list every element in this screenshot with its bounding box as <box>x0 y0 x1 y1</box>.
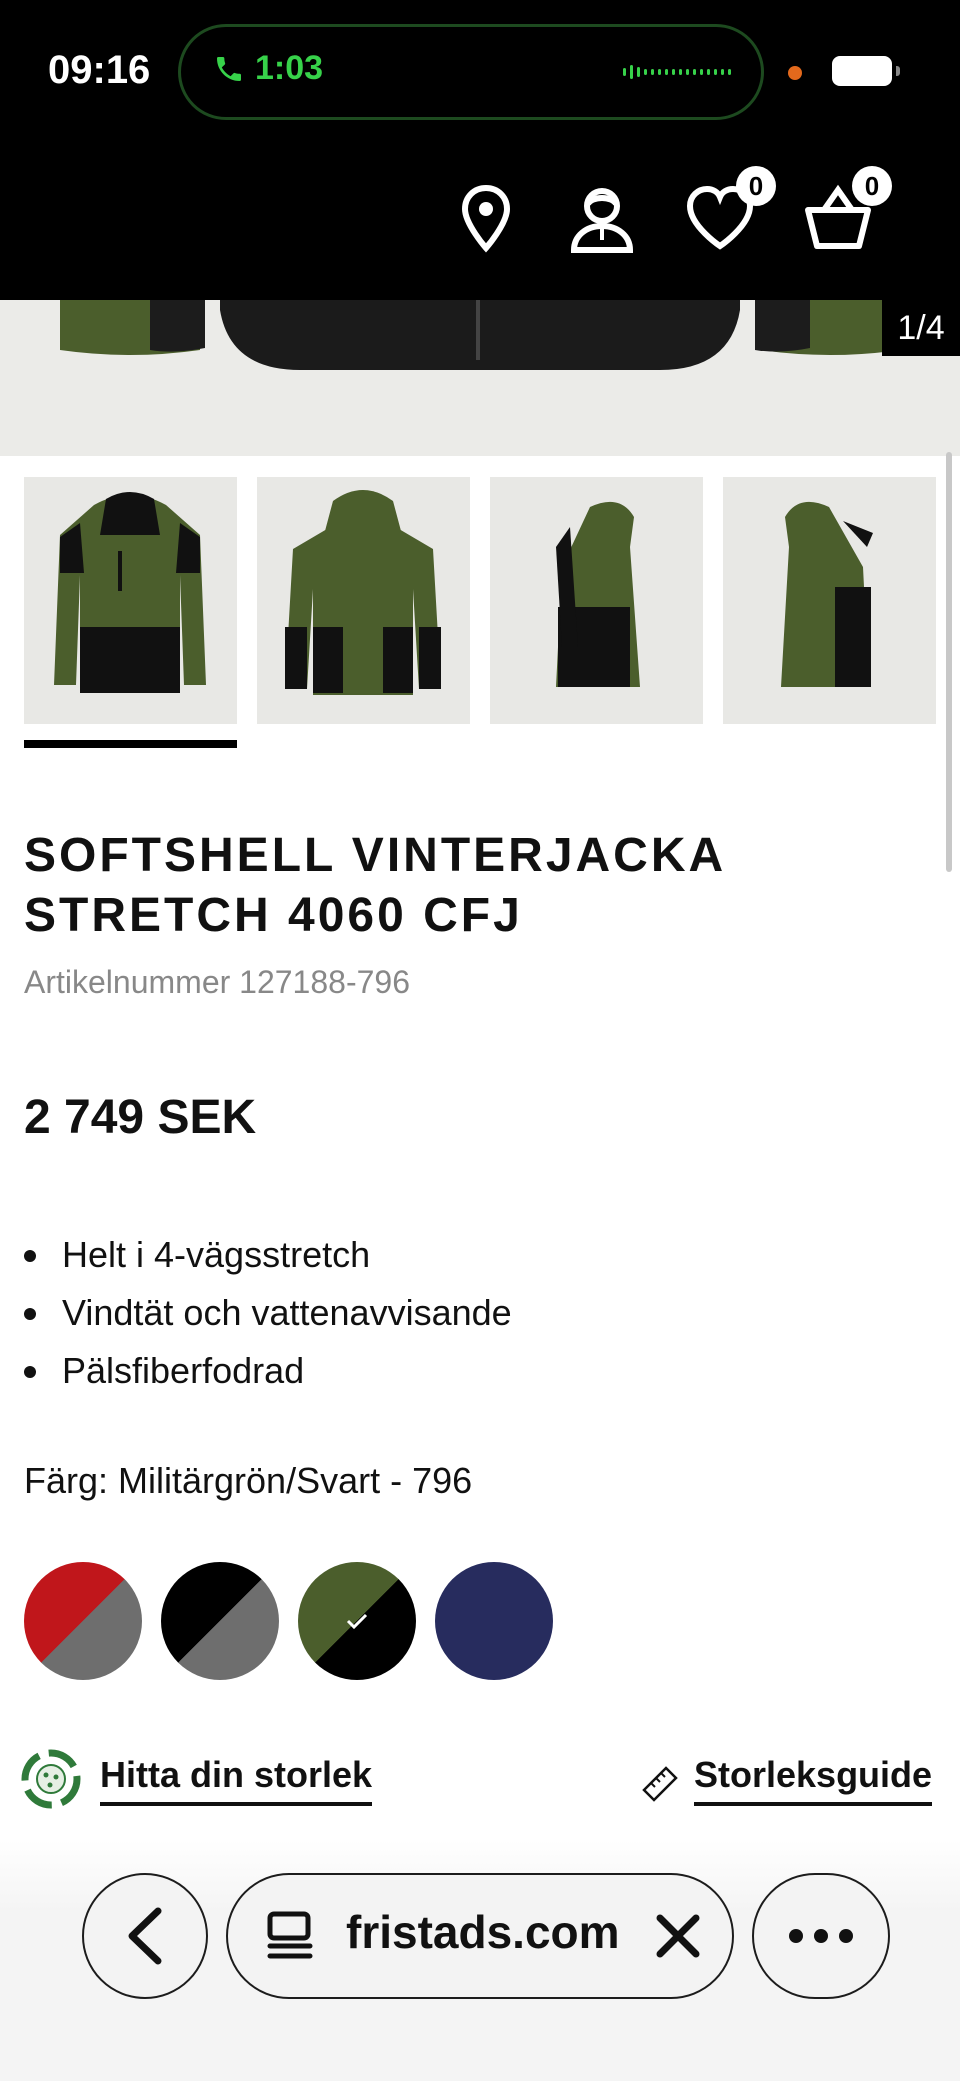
url-text: fristads.com <box>346 1906 620 1958</box>
close-icon[interactable] <box>652 1910 704 1962</box>
thumbnail-side-right[interactable] <box>723 477 936 724</box>
swatch-navy[interactable] <box>435 1562 553 1680</box>
swatch-red-grey[interactable] <box>24 1562 142 1680</box>
feature-item: Vindtät och vattenavvisande <box>24 1284 512 1342</box>
thumbnail-active-indicator <box>24 740 237 748</box>
feature-item: Pälsfiberfodrad <box>24 1342 512 1400</box>
article-number: Artikelnummer 127188-796 <box>24 964 410 1000</box>
chevron-left-icon <box>128 1907 162 1965</box>
cart-count-badge: 0 <box>852 166 892 206</box>
product-hero-image[interactable] <box>0 300 960 456</box>
jacket-side-thumbnail <box>556 501 640 687</box>
wishlist-count-badge: 0 <box>736 166 776 206</box>
call-duration: 1:03 <box>255 49 324 87</box>
feature-item: Helt i 4-vägsstretch <box>24 1226 512 1284</box>
swatch-black-grey[interactable] <box>161 1562 279 1680</box>
thumbnail-side-left[interactable] <box>490 477 703 724</box>
tabs-overview-icon[interactable] <box>262 1908 318 1964</box>
product-title: SOFTSHELL VINTERJACKA STRETCH 4060 CFJ <box>24 829 725 942</box>
phone-icon <box>217 56 241 81</box>
call-indicator: 1:03 <box>213 49 323 88</box>
feature-list: Helt i 4-vägsstretch Vindtät och vattena… <box>24 1226 512 1400</box>
audio-waveform-icon <box>623 65 731 79</box>
back-button[interactable] <box>82 1873 208 1999</box>
store-locator-icon[interactable] <box>450 182 522 254</box>
find-your-size-link[interactable]: Hitta din storlek <box>100 1754 373 1806</box>
size-fit-icon <box>21 1749 81 1809</box>
privacy-indicator <box>788 66 802 80</box>
status-time: 09:16 <box>48 48 151 92</box>
ruler-icon <box>642 1766 678 1802</box>
thumbnail-back[interactable] <box>257 477 470 724</box>
more-horizontal-icon <box>789 1929 853 1943</box>
gallery-counter: 1/4 <box>882 300 960 356</box>
thumbnail-front[interactable] <box>24 477 237 724</box>
jacket-front-thumbnail <box>54 492 206 693</box>
color-label: Färg: Militärgrön/Svart - 796 <box>24 1460 473 1501</box>
battery-icon <box>832 56 900 86</box>
swatch-military-green-black[interactable] <box>298 1562 416 1680</box>
page-scrollbar[interactable] <box>946 452 952 872</box>
jacket-hero-illustration <box>60 300 900 370</box>
jacket-back-thumbnail <box>285 490 441 695</box>
more-options-button[interactable] <box>752 1873 890 1999</box>
size-guide-link[interactable]: Storleksguide <box>694 1754 933 1806</box>
top-bar: 09:16 1:03 0 0 <box>0 0 960 300</box>
address-bar[interactable]: fristads.com <box>226 1873 734 1999</box>
size-links: Hitta din storlek Storleksguide <box>0 1744 960 1824</box>
dynamic-island-call[interactable]: 1:03 <box>178 24 764 120</box>
jacket-side-right-thumbnail <box>781 501 873 687</box>
check-icon <box>346 1613 368 1630</box>
account-icon[interactable] <box>566 182 638 254</box>
product-price: 2 749 SEK <box>24 1091 257 1144</box>
